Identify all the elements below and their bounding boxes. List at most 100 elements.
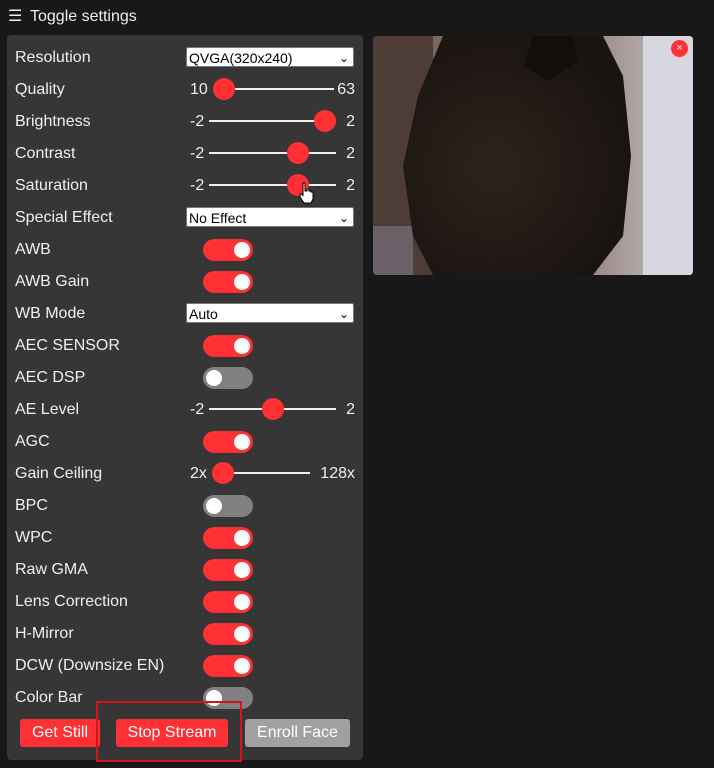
contrast-min: -2 <box>190 145 205 162</box>
awb-gain-row: AWB Gain <box>15 266 355 298</box>
special-effect-label: Special Effect <box>15 209 113 226</box>
gain-ceiling-slider-track[interactable] <box>223 472 310 474</box>
awb-row: AWB <box>15 234 355 266</box>
wpc-label: WPC <box>15 529 53 546</box>
toggle-knob <box>234 562 250 578</box>
awb-gain-label: AWB Gain <box>15 273 90 290</box>
lens-correction-row: Lens Correction <box>15 586 355 618</box>
ae-level-row: AE Level -2 2 <box>15 394 355 426</box>
contrast-slider-thumb[interactable] <box>286 142 309 164</box>
special-effect-row: Special Effect No Effect ⌄ <box>15 202 355 234</box>
brightness-row: Brightness -2 2 <box>15 106 355 138</box>
get-still-button[interactable]: Get Still <box>20 719 100 747</box>
wb-mode-row: WB Mode Auto ⌄ <box>15 298 355 330</box>
lens-correction-toggle[interactable] <box>203 591 253 613</box>
resolution-row: Resolution QVGA(320x240) ⌄ <box>15 42 355 74</box>
toggle-knob <box>234 626 250 642</box>
contrast-slider-track[interactable] <box>209 152 336 154</box>
quality-max: 63 <box>337 81 355 98</box>
bpc-label: BPC <box>15 497 48 514</box>
ae-level-max: 2 <box>346 401 355 418</box>
aec-dsp-label: AEC DSP <box>15 369 86 386</box>
quality-slider-track[interactable] <box>224 88 334 90</box>
top-bar: ☰ Toggle settings <box>0 0 714 34</box>
ae-level-slider-thumb[interactable] <box>261 398 284 420</box>
toggle-knob <box>234 658 250 674</box>
close-preview-icon[interactable]: × <box>671 40 688 57</box>
aec-dsp-row: AEC DSP <box>15 362 355 394</box>
stop-stream-highlight-box <box>96 701 242 762</box>
ae-level-label: AE Level <box>15 401 80 418</box>
dcw-toggle[interactable] <box>203 655 253 677</box>
brightness-min: -2 <box>190 113 205 130</box>
gain-ceiling-row: Gain Ceiling 2x 128x <box>15 458 355 490</box>
special-effect-select[interactable]: No Effect ⌄ <box>186 207 354 227</box>
saturation-slider-track[interactable] <box>209 184 336 186</box>
chevron-down-icon: ⌄ <box>338 307 349 321</box>
agc-row: AGC <box>15 426 355 458</box>
agc-label: AGC <box>15 433 50 450</box>
contrast-label: Contrast <box>15 145 76 162</box>
gain-ceiling-min: 2x <box>190 465 207 482</box>
chevron-down-icon: ⌄ <box>338 51 349 65</box>
raw-gma-row: Raw GMA <box>15 554 355 586</box>
aec-sensor-label: AEC SENSOR <box>15 337 120 354</box>
aec-sensor-toggle[interactable] <box>203 335 253 357</box>
toggle-knob <box>206 498 222 514</box>
brightness-slider-thumb[interactable] <box>314 110 336 132</box>
toggle-settings-label[interactable]: Toggle settings <box>30 8 137 26</box>
saturation-max: 2 <box>346 177 355 194</box>
toggle-knob <box>234 594 250 610</box>
special-effect-value: No Effect <box>189 210 247 226</box>
awb-toggle[interactable] <box>203 239 253 261</box>
hamburger-menu-icon[interactable]: ☰ <box>8 8 22 26</box>
gain-ceiling-label: Gain Ceiling <box>15 465 103 482</box>
camera-stream-image <box>373 36 693 275</box>
quality-min: 10 <box>190 81 208 98</box>
h-mirror-label: H-Mirror <box>15 625 74 642</box>
toggle-knob <box>234 338 250 354</box>
bpc-row: BPC <box>15 490 355 522</box>
gain-ceiling-slider-thumb[interactable] <box>212 462 234 484</box>
hand-cursor-icon <box>299 182 314 204</box>
contrast-row: Contrast -2 2 <box>15 138 355 170</box>
brightness-label: Brightness <box>15 113 91 130</box>
enroll-face-button[interactable]: Enroll Face <box>245 719 350 747</box>
brightness-max: 2 <box>346 113 355 130</box>
wpc-row: WPC <box>15 522 355 554</box>
h-mirror-toggle[interactable] <box>203 623 253 645</box>
aec-dsp-toggle[interactable] <box>203 367 253 389</box>
awb-gain-toggle[interactable] <box>203 271 253 293</box>
chevron-down-icon: ⌄ <box>338 211 349 225</box>
toggle-knob <box>234 434 250 450</box>
quality-slider-thumb[interactable] <box>213 78 235 100</box>
awb-label: AWB <box>15 241 51 258</box>
camera-frame <box>373 36 693 275</box>
toggle-knob <box>234 242 250 258</box>
color-bar-label: Color Bar <box>15 689 83 706</box>
raw-gma-toggle[interactable] <box>203 559 253 581</box>
ae-level-min: -2 <box>190 401 205 418</box>
quality-row: Quality 10 63 <box>15 74 355 106</box>
raw-gma-label: Raw GMA <box>15 561 88 578</box>
dcw-row: DCW (Downsize EN) <box>15 650 355 682</box>
toggle-knob <box>206 370 222 386</box>
wpc-toggle[interactable] <box>203 527 253 549</box>
resolution-value: QVGA(320x240) <box>189 50 293 66</box>
dcw-label: DCW (Downsize EN) <box>15 657 165 674</box>
contrast-max: 2 <box>346 145 355 162</box>
aec-sensor-row: AEC SENSOR <box>15 330 355 362</box>
gain-ceiling-max: 128x <box>320 465 355 482</box>
wb-mode-label: WB Mode <box>15 305 86 322</box>
resolution-select[interactable]: QVGA(320x240) ⌄ <box>186 47 354 67</box>
quality-label: Quality <box>15 81 65 98</box>
bpc-toggle[interactable] <box>203 495 253 517</box>
lens-correction-label: Lens Correction <box>15 593 128 610</box>
toggle-knob <box>234 274 250 290</box>
saturation-min: -2 <box>190 177 205 194</box>
wb-mode-value: Auto <box>189 306 218 322</box>
wb-mode-select[interactable]: Auto ⌄ <box>186 303 354 323</box>
toggle-knob <box>234 530 250 546</box>
settings-panel: Resolution QVGA(320x240) ⌄ Quality 10 63… <box>7 35 363 760</box>
agc-toggle[interactable] <box>203 431 253 453</box>
